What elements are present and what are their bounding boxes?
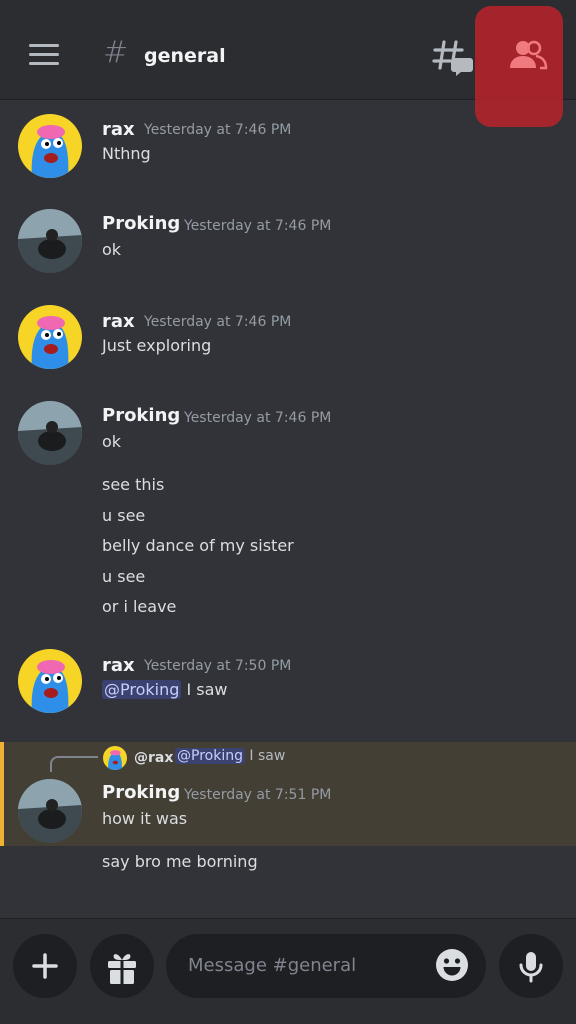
message-timestamp: Yesterday at 7:50 PM (144, 658, 292, 674)
reply-connector (50, 756, 98, 772)
message-text: @Proking I saw (102, 680, 228, 699)
user-mention[interactable]: @Proking (175, 748, 245, 764)
gift-button[interactable] (90, 934, 154, 998)
user-mention[interactable]: @Proking (102, 680, 182, 699)
gift-icon (108, 954, 136, 984)
channel-hash-icon: # (103, 35, 129, 70)
message-text: u see (102, 567, 146, 586)
message-author[interactable]: Proking (102, 782, 180, 803)
reply-content: I saw (249, 748, 286, 764)
message-author[interactable]: rax (102, 119, 135, 140)
message-text: say bro me borning (102, 852, 258, 871)
members-icon[interactable] (508, 38, 548, 72)
add-attachment-button[interactable] (13, 934, 77, 998)
message-text: u see (102, 506, 146, 525)
message-text: Just exploring (102, 336, 212, 355)
avatar[interactable] (18, 209, 82, 273)
message-text: ok (102, 432, 122, 451)
threads-icon[interactable] (432, 36, 474, 78)
message-author[interactable]: rax (102, 655, 135, 676)
reply-preview-text[interactable]: @Proking I saw (175, 748, 285, 764)
message-timestamp: Yesterday at 7:46 PM (144, 314, 292, 330)
hamburger-icon[interactable] (29, 44, 59, 66)
avatar[interactable] (18, 779, 82, 843)
avatar[interactable] (18, 114, 82, 178)
message-author[interactable]: Proking (102, 213, 180, 234)
message-author[interactable]: Proking (102, 405, 180, 426)
message-text: how it was (102, 809, 188, 828)
message-author[interactable]: rax (102, 311, 135, 332)
avatar[interactable] (18, 401, 82, 465)
message-text: ok (102, 240, 122, 259)
message-text: or i leave (102, 597, 177, 616)
voice-message-button[interactable] (499, 934, 563, 998)
message-timestamp: Yesterday at 7:46 PM (184, 410, 332, 426)
channel-title[interactable]: general (144, 45, 226, 67)
message-text: Nthng (102, 144, 151, 163)
avatar[interactable] (18, 649, 82, 713)
reply-author[interactable]: @rax (134, 750, 173, 766)
message-timestamp: Yesterday at 7:51 PM (184, 787, 332, 803)
emoji-icon[interactable] (434, 947, 470, 983)
message-text: see this (102, 475, 165, 494)
message-text-content: I saw (186, 680, 228, 699)
microphone-icon (519, 952, 543, 983)
message-input-placeholder: Message #general (188, 955, 357, 976)
message-text: belly dance of my sister (102, 536, 294, 555)
reply-avatar[interactable] (103, 746, 127, 770)
message-timestamp: Yesterday at 7:46 PM (144, 122, 292, 138)
message-timestamp: Yesterday at 7:46 PM (184, 218, 332, 234)
plus-icon (32, 953, 58, 979)
avatar[interactable] (18, 305, 82, 369)
